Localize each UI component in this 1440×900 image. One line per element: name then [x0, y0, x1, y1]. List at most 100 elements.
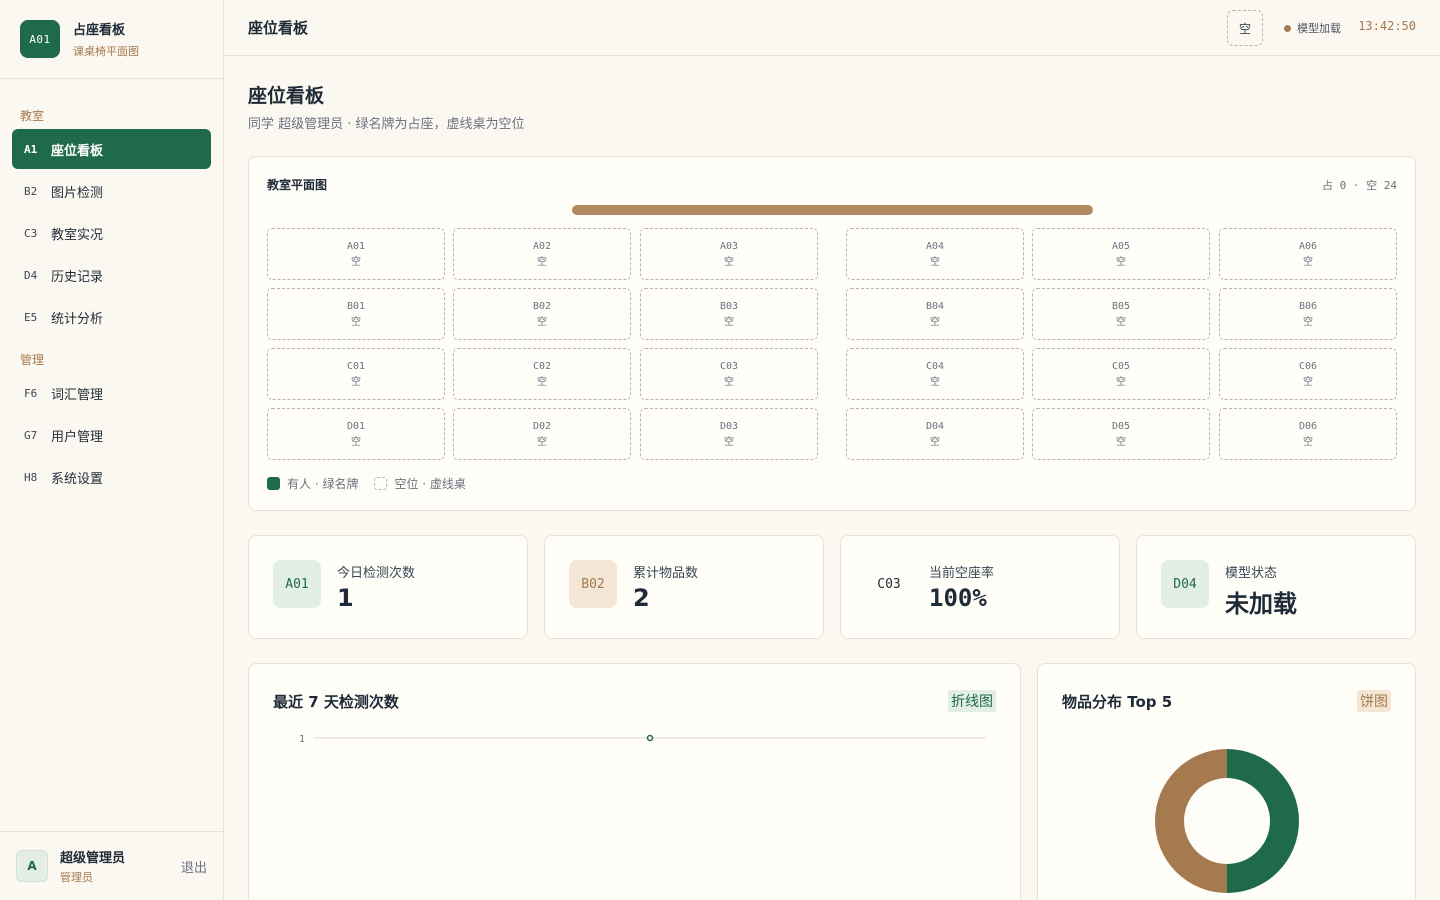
seat-id: A01	[346, 241, 366, 252]
seat-d04[interactable]: D04 空	[846, 408, 1024, 460]
sidebar-item-live-classroom[interactable]: C3 教室实况	[12, 213, 211, 253]
nav-code: A1	[24, 142, 38, 156]
seat-c01[interactable]: C01 空	[267, 348, 445, 400]
nav-label: 教室实况	[51, 227, 104, 243]
seat-a04[interactable]: A04 空	[846, 228, 1024, 280]
seat-d03[interactable]: D03 空	[640, 408, 818, 460]
seat-status: 空	[724, 437, 734, 448]
seat-status: 空	[351, 377, 361, 388]
avatar: A	[16, 850, 48, 882]
sidebar-item-history[interactable]: D4 历史记录	[12, 255, 211, 295]
nav-code: B2	[24, 184, 38, 198]
page-title: 座位看板	[248, 85, 325, 107]
pie-chart	[1155, 749, 1299, 893]
nav-code: F6	[24, 386, 38, 400]
seat-c02[interactable]: C02 空	[453, 348, 631, 400]
clock: 13:42:50	[1358, 19, 1416, 33]
podium	[572, 205, 1093, 215]
seat-b01[interactable]: B01 空	[267, 288, 445, 340]
nav-label: 图片检测	[51, 185, 104, 201]
seat-c06[interactable]: C06 空	[1219, 348, 1397, 400]
stat-label: 累计物品数	[633, 566, 699, 581]
seat-c04[interactable]: C04 空	[846, 348, 1024, 400]
seat-id: C01	[346, 361, 366, 372]
brand-logo: A01	[20, 20, 60, 58]
legend-occupied-swatch	[267, 477, 280, 490]
nav-label: 历史记录	[51, 269, 104, 285]
pie-slice[interactable]	[1227, 749, 1299, 893]
seat-id: B01	[346, 301, 366, 312]
seat-id: D02	[532, 421, 552, 432]
user-name: 超级管理员	[60, 851, 126, 866]
pie-chart-card: 物品分布 Top 5 饼图	[1037, 663, 1416, 900]
seat-id: A02	[532, 241, 552, 252]
brand-subtitle: 课桌椅平面图	[73, 45, 139, 58]
seat-status: 空	[1116, 257, 1126, 268]
seat-d06[interactable]: D06 空	[1219, 408, 1397, 460]
seat-status: 空	[724, 377, 734, 388]
seat-id: A03	[719, 241, 739, 252]
sidebar-item-statistics[interactable]: E5 统计分析	[12, 297, 211, 337]
stat-value: 未加载	[1225, 590, 1297, 618]
seat-id: B06	[1298, 301, 1318, 312]
empty-toggle-button[interactable]: 空	[1227, 10, 1263, 46]
nav-group-manage: 管理	[20, 353, 45, 367]
seat-status: 空	[930, 437, 940, 448]
seat-b03[interactable]: B03 空	[640, 288, 818, 340]
seat-a01[interactable]: A01 空	[267, 228, 445, 280]
sidebar-item-seat-board[interactable]: A1 座位看板	[12, 129, 211, 169]
stat-icon: A01	[273, 560, 321, 608]
seat-a02[interactable]: A02 空	[453, 228, 631, 280]
seat-b04[interactable]: B04 空	[846, 288, 1024, 340]
seat-b02[interactable]: B02 空	[453, 288, 631, 340]
seat-status: 空	[1116, 317, 1126, 328]
seat-c03[interactable]: C03 空	[640, 348, 818, 400]
sidebar-item-settings[interactable]: H8 系统设置	[12, 457, 211, 497]
stat-card-model-status: D04 模型状态 未加载	[1136, 535, 1416, 639]
seat-a05[interactable]: A05 空	[1032, 228, 1210, 280]
seat-status: 空	[930, 377, 940, 388]
seat-id: B05	[1111, 301, 1131, 312]
seat-id: D04	[925, 421, 945, 432]
seat-a06[interactable]: A06 空	[1219, 228, 1397, 280]
brand-title: 占座看板	[73, 23, 126, 38]
nav-label: 词汇管理	[51, 387, 104, 403]
status-dot-icon	[1284, 24, 1291, 32]
seat-d01[interactable]: D01 空	[267, 408, 445, 460]
pie-slice[interactable]	[1155, 749, 1227, 893]
seat-status: 空	[1116, 437, 1126, 448]
seat-id: C02	[532, 361, 552, 372]
seat-id: B04	[925, 301, 945, 312]
seat-b05[interactable]: B05 空	[1032, 288, 1210, 340]
nav-group-classroom: 教室	[20, 109, 45, 123]
seat-a03[interactable]: A03 空	[640, 228, 818, 280]
stat-value: 1	[337, 584, 354, 612]
seat-status: 空	[351, 257, 361, 268]
seat-d05[interactable]: D05 空	[1032, 408, 1210, 460]
logout-button[interactable]: 退出	[181, 857, 207, 876]
seat-c05[interactable]: C05 空	[1032, 348, 1210, 400]
data-point[interactable]	[646, 734, 654, 742]
sidebar-item-image-detect[interactable]: B2 图片检测	[12, 171, 211, 211]
sidebar-item-vocabulary[interactable]: F6 词汇管理	[12, 373, 211, 413]
seat-status: 空	[351, 317, 361, 328]
seat-status: 空	[537, 437, 547, 448]
nav-label: 统计分析	[51, 311, 104, 327]
stat-value: 2	[633, 584, 650, 612]
seat-b06[interactable]: B06 空	[1219, 288, 1397, 340]
seat-id: D05	[1111, 421, 1131, 432]
stat-label: 当前空座率	[929, 566, 995, 581]
seat-status: 空	[1303, 317, 1313, 328]
top-bar: 座位看板 空 模型加载 13:42:50	[224, 0, 1440, 56]
stat-value: 100%	[929, 584, 987, 612]
seat-id: D01	[346, 421, 366, 432]
stat-icon: D04	[1161, 560, 1209, 608]
seat-status: 空	[1303, 437, 1313, 448]
seat-d02[interactable]: D02 空	[453, 408, 631, 460]
seat-id: A04	[925, 241, 945, 252]
sidebar-item-users[interactable]: G7 用户管理	[12, 415, 211, 455]
seat-plan-card: 教室平面图 占 0 · 空 24 A01 空 A02 空 A03 空 A04 空 A05 空 A06…	[248, 156, 1416, 511]
user-role: 管理员	[60, 871, 93, 884]
seat-id: B02	[532, 301, 552, 312]
seat-id: D06	[1298, 421, 1318, 432]
